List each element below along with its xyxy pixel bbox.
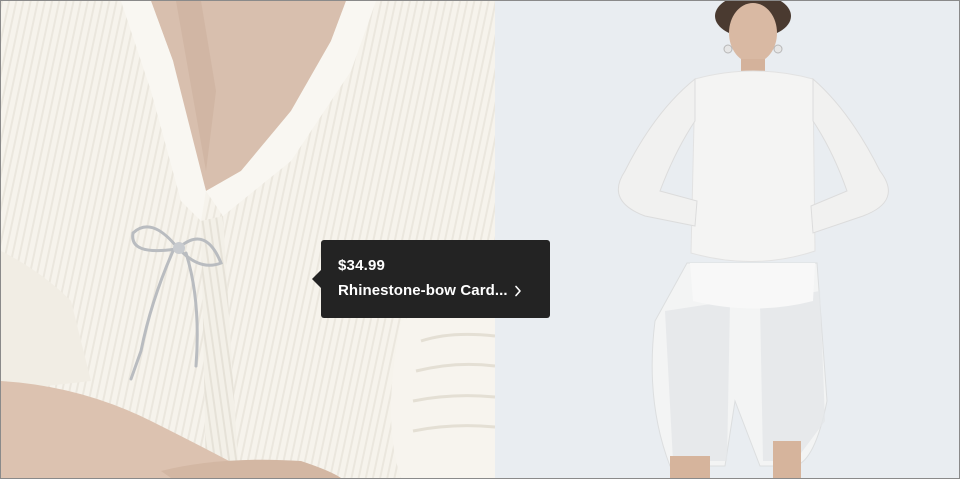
product-name[interactable]: Rhinestone-bow Card... <box>338 282 508 300</box>
tooltip-pointer <box>312 270 321 288</box>
chevron-right-icon[interactable] <box>514 285 522 297</box>
product-tooltip[interactable]: $34.99 Rhinestone-bow Card... <box>312 240 550 318</box>
product-price: $34.99 <box>338 257 386 274</box>
product-image-right[interactable] <box>495 1 959 478</box>
product-link-row[interactable]: Rhinestone-bow Card... <box>338 282 550 300</box>
model-sheer-outfit-image <box>495 1 959 478</box>
product-image-gallery: $34.99 Rhinestone-bow Card... <box>0 0 960 479</box>
